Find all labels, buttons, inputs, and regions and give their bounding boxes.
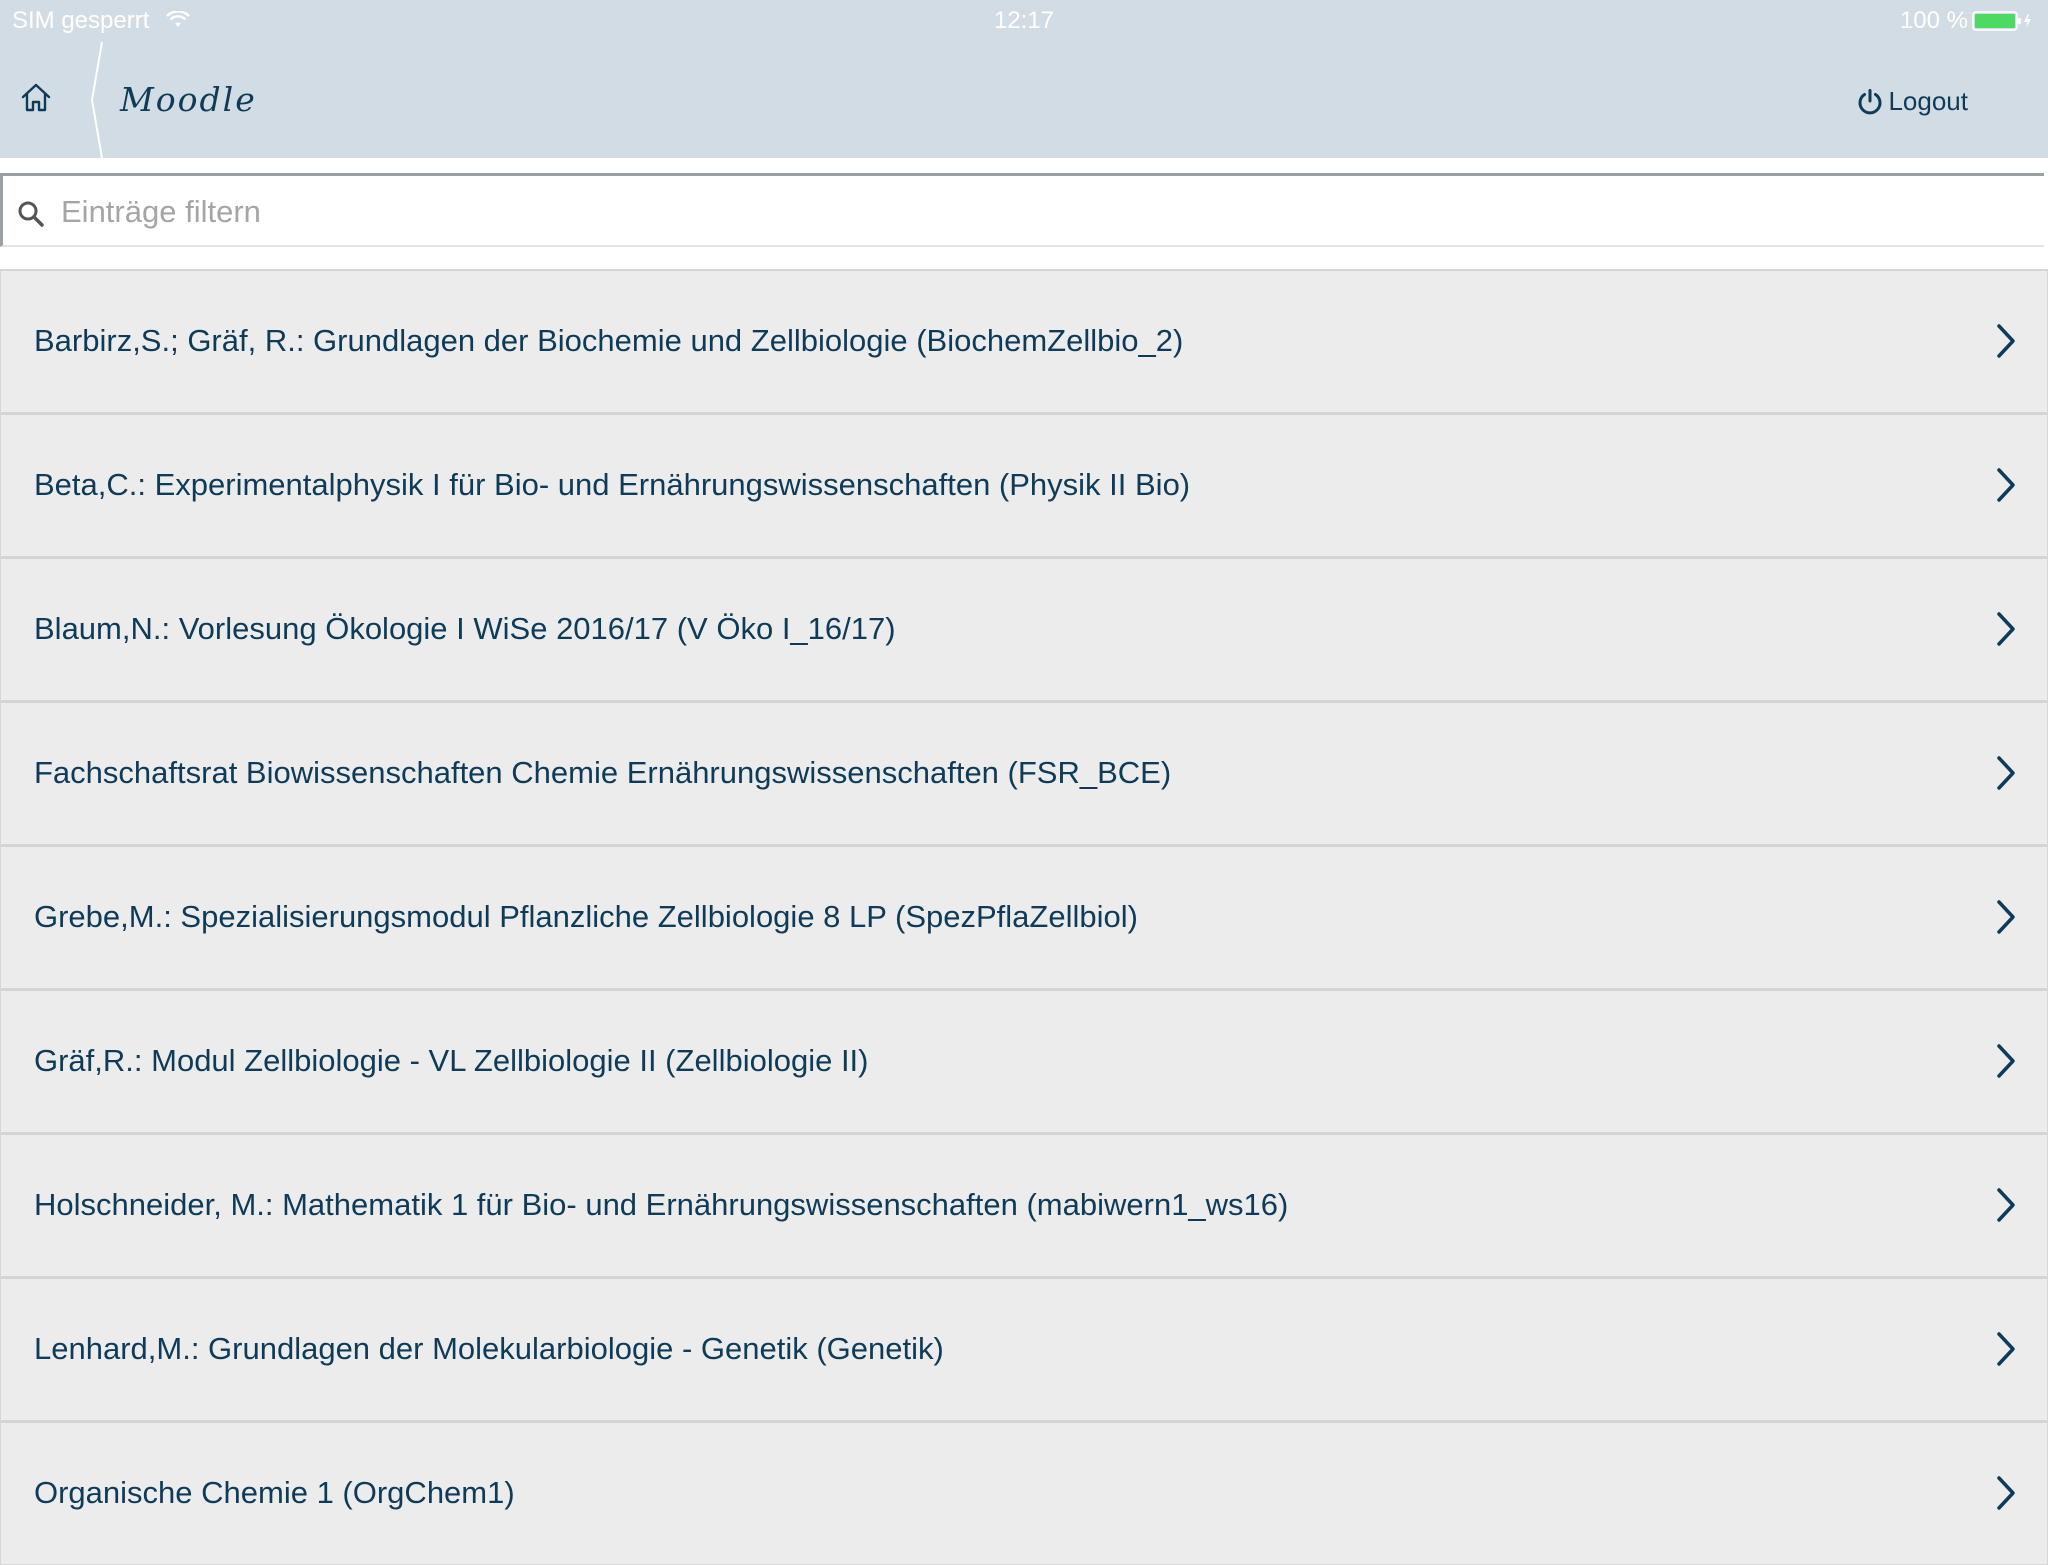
- logout-label: Logout: [1888, 86, 1968, 116]
- battery-percentage: 100 %: [1899, 7, 1968, 34]
- logout-button[interactable]: Logout: [1856, 86, 1968, 117]
- list-item[interactable]: Holschneider, M.: Mathematik 1 für Bio- …: [0, 1133, 2048, 1277]
- chevron-right-icon: [1997, 900, 2015, 934]
- course-list: Barbirz,S.; Gräf, R.: Grundlagen der Bio…: [0, 269, 2048, 1565]
- status-bar: SIM gesperrt 12:17 100 %: [0, 0, 2048, 42]
- course-title: Gräf,R.: Modul Zellbiologie - VL Zellbio…: [34, 1043, 869, 1078]
- course-title: Barbirz,S.; Gräf, R.: Grundlagen der Bio…: [34, 323, 1184, 358]
- chevron-right-icon: [1997, 1188, 2015, 1222]
- page-title: Moodle: [120, 80, 257, 119]
- course-title: Lenhard,M.: Grundlagen der Molekularbiol…: [34, 1331, 944, 1366]
- nav-bar: Moodle Logout: [0, 42, 2048, 158]
- filter-input[interactable]: [59, 186, 2023, 238]
- list-item[interactable]: Barbirz,S.; Gräf, R.: Grundlagen der Bio…: [0, 269, 2048, 413]
- list-item[interactable]: Organische Chemie 1 (OrgChem1): [0, 1421, 2048, 1565]
- chevron-right-icon: [1997, 1332, 2015, 1366]
- course-title: Beta,C.: Experimentalphysik I für Bio- u…: [34, 467, 1191, 502]
- battery-icon: [1972, 10, 2034, 38]
- chevron-right-icon: [1997, 468, 2015, 502]
- home-button[interactable]: [18, 80, 54, 116]
- course-title: Holschneider, M.: Mathematik 1 für Bio- …: [34, 1187, 1289, 1222]
- list-item[interactable]: Blaum,N.: Vorlesung Ökologie I WiSe 2016…: [0, 557, 2048, 701]
- breadcrumb-separator: [90, 42, 103, 158]
- list-item[interactable]: Gräf,R.: Modul Zellbiologie - VL Zellbio…: [0, 989, 2048, 1133]
- list-item[interactable]: Grebe,M.: Spezialisierungsmodul Pflanzli…: [0, 845, 2048, 989]
- list-item[interactable]: Fachschaftsrat Biowissenschaften Chemie …: [0, 701, 2048, 845]
- chevron-right-icon: [1997, 324, 2015, 358]
- course-title: Fachschaftsrat Biowissenschaften Chemie …: [34, 755, 1172, 790]
- home-icon: [21, 83, 51, 112]
- status-time: 12:17: [993, 7, 1055, 34]
- course-title: Blaum,N.: Vorlesung Ökologie I WiSe 2016…: [34, 611, 896, 646]
- course-title: Grebe,M.: Spezialisierungsmodul Pflanzli…: [34, 899, 1138, 934]
- filter-bar: [0, 173, 2044, 247]
- search-icon: [18, 201, 44, 227]
- chevron-right-icon: [1997, 756, 2015, 790]
- list-item[interactable]: Lenhard,M.: Grundlagen der Molekularbiol…: [0, 1277, 2048, 1421]
- list-item[interactable]: Beta,C.: Experimentalphysik I für Bio- u…: [0, 413, 2048, 557]
- chevron-right-icon: [1997, 1476, 2015, 1510]
- course-title: Organische Chemie 1 (OrgChem1): [34, 1475, 515, 1510]
- chevron-right-icon: [1997, 612, 2015, 646]
- power-icon: [1858, 88, 1882, 114]
- chevron-right-icon: [1997, 1044, 2015, 1078]
